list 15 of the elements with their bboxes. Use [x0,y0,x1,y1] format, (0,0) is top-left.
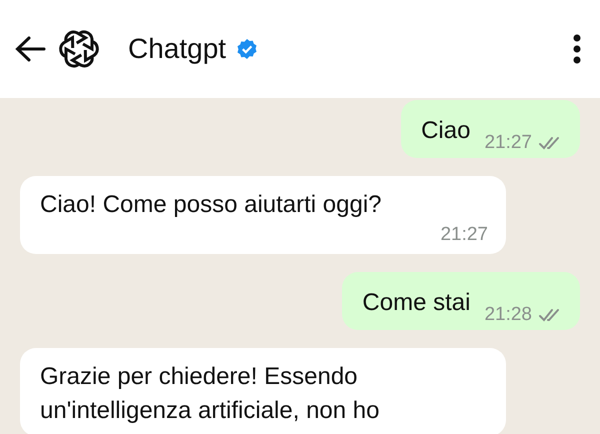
contact-name[interactable]: Chatgpt [128,33,226,65]
message-time: 21:28 [484,304,532,326]
message-text: Ciao [421,116,470,146]
message-bubble[interactable]: Ciao! Come posso aiutarti oggi? 21:27 [20,176,506,254]
message-text: Come stai [362,288,470,318]
knot-logo-icon [58,28,100,70]
message-text: Grazie per chiedere! Essendo un'intelligenza artificiale, non ho [40,363,380,424]
message-bubble[interactable]: Come stai 21:28 [342,272,580,330]
menu-icon[interactable] [572,34,582,64]
back-arrow-icon[interactable] [14,35,46,63]
message-bubble[interactable]: Grazie per chiedere! Essendo un'intelligenza artificiale, non ho [20,348,506,434]
message-time: 21:27 [484,132,532,154]
message-bubble[interactable]: Ciao 21:27 [401,100,580,158]
message-text: Ciao! Come posso aiutarti oggi? [40,191,382,218]
message-time: 21:27 [440,224,488,246]
